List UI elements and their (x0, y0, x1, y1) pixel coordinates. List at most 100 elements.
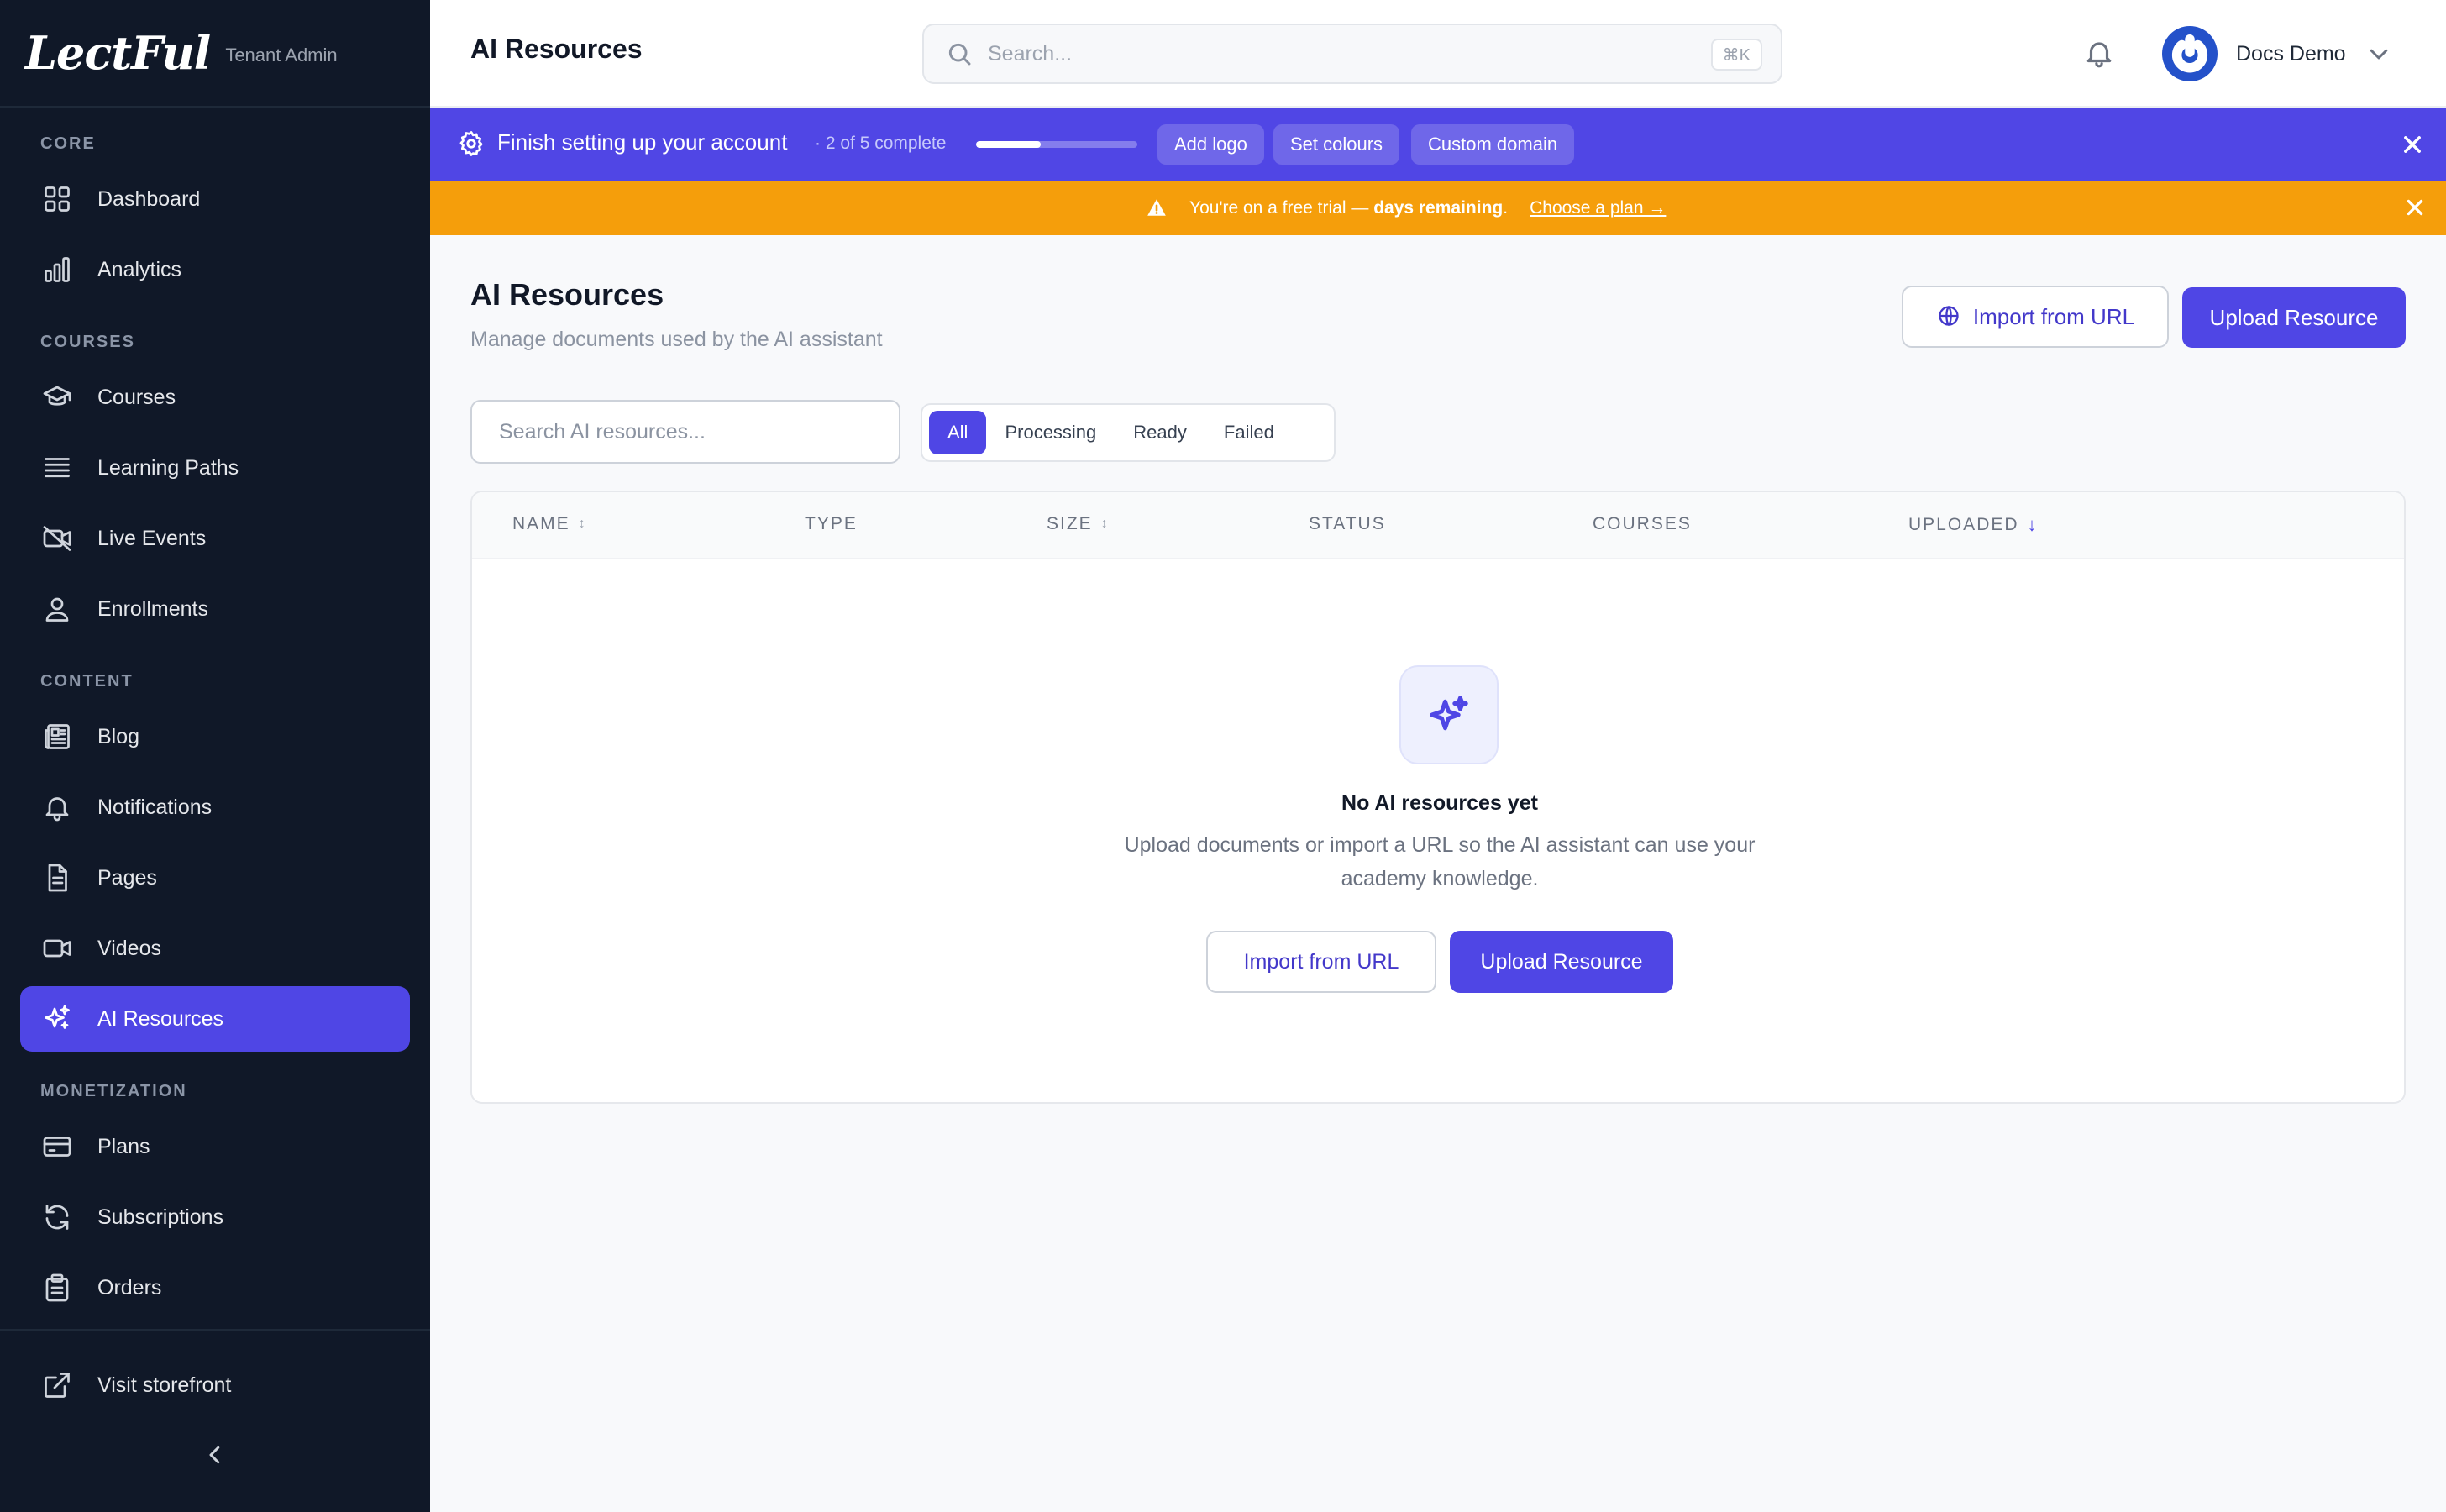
trial-banner: You're on a free trial — days remaining.… (430, 181, 2446, 235)
credit-card-icon (40, 1130, 74, 1163)
sidebar-item-live-events[interactable]: Live Events (20, 506, 410, 571)
sidebar-item-ai-resources[interactable]: AI Resources (20, 986, 410, 1052)
main-content: AI Resources Manage documents used by th… (430, 235, 2446, 1512)
upload-resource-label: Upload Resource (2209, 304, 2379, 330)
sidebar-item-label: Orders (97, 1275, 162, 1299)
filter-tab-all[interactable]: All (929, 411, 987, 454)
chevron-down-icon (2366, 41, 2391, 66)
document-icon (40, 861, 74, 895)
sidebar-section-courses: COURSES (40, 333, 135, 351)
grid-icon (40, 182, 74, 216)
trial-text: You're on a free trial — days remaining. (1189, 198, 1508, 218)
resources-table: NAME ↕ TYPE SIZE ↕ STATUS COURSES UPLOADED… (470, 491, 2406, 1104)
sidebar-item-label: Plans (97, 1134, 150, 1158)
resource-search-input[interactable] (499, 419, 885, 444)
external-link-icon (40, 1368, 74, 1402)
status-filter: All Processing Ready Failed (921, 403, 1336, 462)
trial-message: You're on a free trial — days remaining.… (1146, 181, 1666, 235)
sidebar-item-label: Analytics (97, 257, 182, 281)
choose-plan-link[interactable]: Choose a plan → (1530, 198, 1666, 218)
trial-text-prefix: You're on a free trial — (1189, 198, 1374, 218)
empty-state-title: No AI resources yet (1341, 791, 1538, 815)
empty-upload-resource-button[interactable]: Upload Resource (1450, 931, 1673, 993)
sidebar-item-videos[interactable]: Videos (20, 916, 410, 981)
custom-domain-button[interactable]: Custom domain (1411, 124, 1575, 165)
sidebar-item-label: AI Resources (97, 1006, 224, 1031)
chevron-left-icon (209, 1446, 220, 1464)
column-label: STATUS (1309, 514, 1386, 533)
collapse-sidebar-button[interactable] (198, 1438, 232, 1472)
user-menu[interactable]: Docs Demo (2162, 25, 2391, 82)
sort-icon: ↕ (1100, 517, 1108, 531)
filter-tab-ready[interactable]: Ready (1115, 411, 1205, 454)
sidebar-item-orders[interactable]: Orders (20, 1255, 410, 1320)
sidebar-item-label: Videos (97, 936, 161, 960)
column-name[interactable]: NAME ↕ (512, 514, 585, 534)
import-from-url-button[interactable]: Import from URL (1902, 286, 2169, 348)
sidebar-item-visit-storefront[interactable]: Visit storefront (20, 1352, 410, 1418)
empty-import-from-url-button[interactable]: Import from URL (1206, 931, 1436, 993)
search-shortcut-badge: ⌘K (1710, 39, 1762, 71)
sidebar-item-label: Subscriptions (97, 1205, 224, 1229)
sidebar-item-enrollments[interactable]: Enrollments (20, 576, 410, 642)
trial-text-suffix: . (1503, 198, 1509, 218)
sidebar-item-label: Notifications (97, 795, 213, 819)
global-search-input[interactable] (988, 41, 1693, 66)
column-label: UPLOADED (1908, 515, 2019, 534)
sidebar-item-analytics[interactable]: Analytics (20, 237, 410, 302)
newspaper-icon (40, 720, 74, 753)
user-name: Docs Demo (2236, 41, 2346, 66)
column-label: NAME (512, 514, 570, 533)
global-search[interactable]: ⌘K (922, 24, 1782, 84)
sidebar-item-label: Live Events (97, 526, 207, 550)
column-type: TYPE (805, 514, 858, 534)
sparkles-icon (40, 1002, 74, 1036)
sidebar-item-subscriptions[interactable]: Subscriptions (20, 1184, 410, 1250)
upload-resource-button[interactable]: Upload Resource (2182, 287, 2406, 348)
column-uploaded[interactable]: UPLOADED ↓ (1908, 514, 2037, 536)
filter-tab-processing[interactable]: Processing (986, 411, 1115, 454)
bar-chart-icon (40, 253, 74, 286)
sidebar-item-plans[interactable]: Plans (20, 1114, 410, 1179)
arrow-down-icon: ↓ (2027, 514, 2037, 535)
sidebar-section-core: CORE (40, 134, 96, 153)
column-courses: COURSES (1593, 514, 1692, 534)
sidebar-item-dashboard[interactable]: Dashboard (20, 166, 410, 232)
setup-progress-text: · 2 of 5 complete (815, 134, 947, 153)
setup-progress-bar (976, 141, 1137, 148)
sidebar: LectFul Tenant Admin CORE Dashboard Anal… (0, 0, 430, 1512)
bell-icon (40, 790, 74, 824)
search-icon (948, 43, 971, 66)
sidebar-item-label: Dashboard (97, 186, 201, 211)
empty-state-icon (1399, 665, 1499, 764)
sidebar-section-content: CONTENT (40, 672, 134, 690)
notifications-button[interactable] (2083, 37, 2117, 71)
column-label: TYPE (805, 514, 858, 533)
clipboard-icon (40, 1271, 74, 1305)
close-setup-banner-button[interactable] (2396, 128, 2429, 161)
sidebar-item-blog[interactable]: Blog (20, 704, 410, 769)
table-header: NAME ↕ TYPE SIZE ↕ STATUS COURSES UPLOADED… (472, 492, 2404, 559)
close-trial-banner-button[interactable] (2404, 197, 2428, 220)
resource-search[interactable] (470, 400, 900, 464)
sidebar-item-notifications[interactable]: Notifications (20, 774, 410, 840)
sidebar-item-pages[interactable]: Pages (20, 845, 410, 911)
video-camera-icon (40, 932, 74, 965)
sparkles-icon (1430, 696, 1468, 731)
column-size[interactable]: SIZE ↕ (1047, 514, 1108, 534)
avatar (2162, 26, 2218, 81)
brand: LectFul Tenant Admin (0, 0, 430, 108)
sidebar-section-monetization: MONETIZATION (40, 1082, 187, 1100)
add-logo-button[interactable]: Add logo (1157, 124, 1264, 165)
sidebar-item-learning-paths[interactable]: Learning Paths (20, 435, 410, 501)
import-from-url-label: Import from URL (1972, 303, 2135, 329)
column-label: SIZE (1047, 514, 1093, 533)
power-icon (2171, 34, 2208, 73)
sidebar-item-label: Enrollments (97, 596, 208, 621)
topbar: AI Resources ⌘K Docs Demo (430, 0, 2446, 108)
brand-logo[interactable]: LectFul (25, 26, 211, 80)
set-colours-button[interactable]: Set colours (1273, 124, 1400, 165)
filter-tab-failed[interactable]: Failed (1205, 411, 1293, 454)
sidebar-item-label: Learning Paths (97, 455, 239, 480)
sidebar-item-courses[interactable]: Courses (20, 365, 410, 430)
